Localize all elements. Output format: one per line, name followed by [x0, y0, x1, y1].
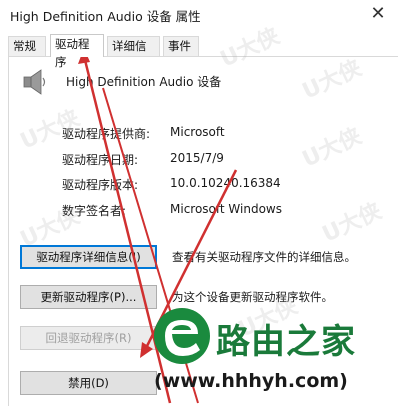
- tab-driver[interactable]: 驱动程序: [50, 34, 104, 69]
- speaker-icon: [23, 69, 46, 95]
- date-value: 2015/7/9: [170, 151, 224, 165]
- driver-details-button[interactable]: 驱动程序详细信息(I): [20, 245, 157, 269]
- provider-value: Microsoft: [170, 125, 225, 139]
- date-label: 驱动程序日期:: [62, 153, 139, 167]
- tab-events[interactable]: 事件: [163, 36, 199, 56]
- logo-url: (www.hhhyh.com): [154, 370, 348, 392]
- tab-general[interactable]: 常规: [8, 36, 46, 56]
- site-logo: 路由之家 (www.hhhyh.com): [150, 306, 398, 404]
- disable-device-button[interactable]: 禁用(D): [20, 371, 157, 395]
- properties-dialog: High Definition Audio 设备 属性 ✕ 常规 驱动程序 详细…: [0, 0, 400, 406]
- logo-e-icon: [154, 308, 210, 364]
- driver-details-description: 查看有关驱动程序文件的详细信息。: [172, 250, 356, 264]
- update-driver-description: 为这个设备更新驱动程序软件。: [172, 290, 333, 304]
- title-bar: High Definition Audio 设备 属性 ✕: [0, 0, 400, 30]
- tab-details[interactable]: 详细信息: [107, 36, 160, 71]
- window-title: High Definition Audio 设备 属性: [10, 9, 201, 24]
- close-icon[interactable]: ✕: [366, 2, 390, 26]
- version-label: 驱动程序版本:: [62, 178, 139, 192]
- device-name: High Definition Audio 设备: [66, 75, 222, 89]
- rollback-driver-button[interactable]: 回退驱动程序(R): [20, 326, 157, 350]
- signer-value: Microsoft Windows: [170, 202, 282, 216]
- logo-text: 路由之家: [216, 322, 356, 362]
- version-value: 10.0.10240.16384: [170, 176, 281, 190]
- update-driver-button[interactable]: 更新驱动程序(P)...: [20, 285, 157, 309]
